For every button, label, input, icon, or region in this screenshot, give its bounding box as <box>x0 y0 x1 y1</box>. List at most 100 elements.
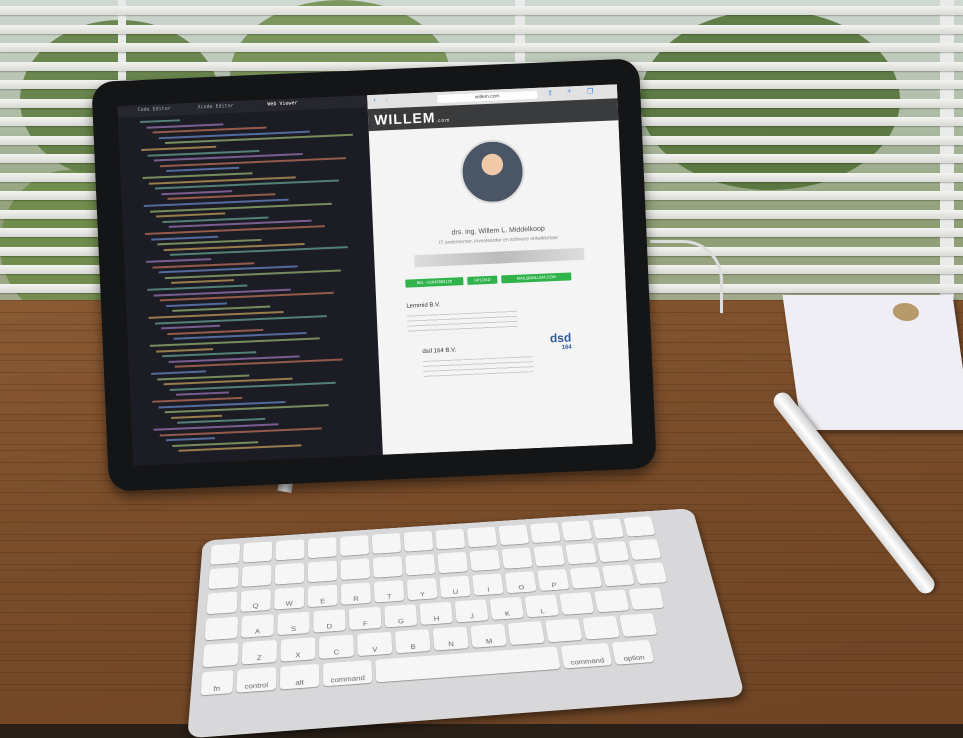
key[interactable] <box>275 539 305 561</box>
key[interactable] <box>274 562 305 585</box>
key-m[interactable]: M <box>470 623 507 648</box>
upload-button[interactable]: UPLOAD <box>467 275 498 285</box>
company-logo-text: dsd <box>549 330 572 346</box>
key-c[interactable]: C <box>319 634 354 659</box>
key[interactable] <box>592 518 625 539</box>
key-l[interactable]: L <box>524 594 560 618</box>
share-icon[interactable]: ⇪ <box>547 89 553 97</box>
key[interactable] <box>371 532 402 554</box>
code-line <box>177 418 266 425</box>
code-line <box>151 235 219 241</box>
key-z[interactable]: Z <box>241 639 278 665</box>
section-title: Lemmid B.V. <box>406 302 441 310</box>
key[interactable] <box>307 537 337 559</box>
key-r[interactable]: R <box>340 582 372 605</box>
key-w[interactable]: W <box>274 586 305 610</box>
key[interactable] <box>623 516 656 537</box>
key-n[interactable]: N <box>432 626 469 651</box>
mail-button[interactable]: MAIL@WILLEM.COM <box>501 272 572 284</box>
key-v[interactable]: V <box>357 631 393 657</box>
key[interactable] <box>601 564 635 587</box>
section-body <box>422 356 534 377</box>
code-line <box>176 391 230 397</box>
key[interactable] <box>435 528 466 550</box>
editor-tab[interactable]: Code Editor <box>137 106 170 115</box>
key[interactable] <box>403 530 434 552</box>
call-button[interactable]: BEL +31645063120 <box>405 277 464 288</box>
key[interactable] <box>507 621 545 646</box>
key-d[interactable]: D <box>313 609 346 633</box>
code-line <box>161 324 221 330</box>
key[interactable] <box>202 642 239 668</box>
code-line <box>146 123 224 129</box>
key[interactable] <box>372 556 403 578</box>
key-e[interactable]: E <box>307 584 338 608</box>
key-fn[interactable]: fn <box>200 669 234 696</box>
new-tab-icon[interactable]: + <box>567 88 571 95</box>
key[interactable] <box>501 547 533 569</box>
key[interactable] <box>242 541 273 563</box>
logo-stamp <box>891 303 921 321</box>
code-line <box>166 167 240 173</box>
key-alt[interactable]: alt <box>279 663 320 690</box>
key[interactable] <box>340 558 371 581</box>
code-line <box>172 441 259 447</box>
key-u[interactable]: U <box>439 575 471 598</box>
section-title: dsd 164 B.V. <box>422 347 457 355</box>
key-h[interactable]: H <box>419 601 453 626</box>
key-o[interactable]: O <box>504 571 537 594</box>
key-command[interactable]: command <box>323 659 373 687</box>
address-bar[interactable]: willem.com <box>437 90 538 104</box>
key[interactable] <box>569 566 603 589</box>
key-y[interactable]: Y <box>406 577 438 601</box>
editor-tab[interactable]: Web Viewer <box>267 100 297 109</box>
key[interactable] <box>307 560 338 583</box>
site-logo[interactable]: WILLEM.com <box>374 109 451 128</box>
key-s[interactable]: S <box>277 611 310 636</box>
key-p[interactable]: P <box>537 568 570 592</box>
key[interactable] <box>210 543 241 565</box>
key-t[interactable]: T <box>373 580 405 603</box>
key[interactable] <box>469 549 501 572</box>
key[interactable] <box>405 553 436 576</box>
key[interactable] <box>529 522 561 544</box>
key[interactable] <box>593 589 630 613</box>
key-b[interactable]: B <box>394 629 431 654</box>
key-g[interactable]: G <box>384 604 418 628</box>
editor-tab[interactable]: Xcode Editor <box>197 103 233 113</box>
key-x[interactable]: X <box>280 637 316 662</box>
key[interactable] <box>533 545 566 567</box>
key[interactable] <box>437 551 469 574</box>
key-k[interactable]: K <box>489 596 524 620</box>
key[interactable] <box>208 567 239 590</box>
key[interactable] <box>560 520 593 541</box>
key[interactable] <box>466 526 498 548</box>
key[interactable] <box>628 538 662 561</box>
key-control[interactable]: control <box>236 666 277 693</box>
key-option[interactable]: option <box>611 639 655 665</box>
key[interactable] <box>633 562 668 585</box>
key[interactable] <box>559 591 595 615</box>
key[interactable] <box>628 587 665 610</box>
key[interactable] <box>565 543 598 565</box>
key-i[interactable]: I <box>472 573 504 596</box>
key-q[interactable]: Q <box>240 589 271 612</box>
key[interactable] <box>619 613 658 637</box>
forward-icon[interactable]: › <box>385 96 388 103</box>
key[interactable] <box>582 615 621 640</box>
key[interactable] <box>204 616 239 641</box>
key-command[interactable]: command <box>560 642 613 669</box>
blind-slat <box>0 43 963 52</box>
key[interactable] <box>545 618 583 643</box>
key[interactable] <box>596 540 630 563</box>
key-j[interactable]: J <box>454 599 489 623</box>
code-editor-pane: Code Editor Xcode Editor Web Viewer <box>117 95 383 466</box>
key[interactable] <box>339 535 370 557</box>
key-a[interactable]: A <box>240 614 274 638</box>
back-icon[interactable]: ‹ <box>373 97 376 104</box>
tabs-icon[interactable]: ❐ <box>587 87 594 95</box>
key[interactable] <box>206 591 238 615</box>
key[interactable] <box>241 564 272 587</box>
key-f[interactable]: F <box>348 606 382 631</box>
key[interactable] <box>498 524 530 546</box>
